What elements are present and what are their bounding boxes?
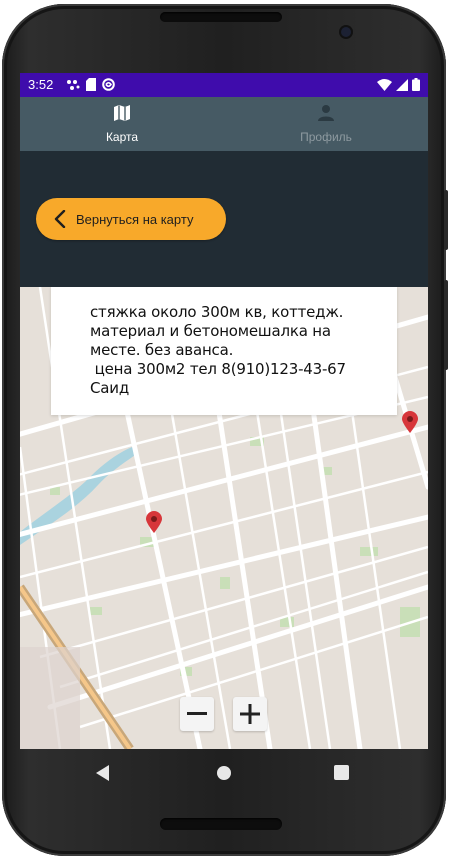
- front-camera: [341, 27, 351, 37]
- volume-button[interactable]: [444, 280, 448, 370]
- plus-icon: [240, 704, 260, 724]
- battery-icon: [412, 78, 420, 96]
- sd-card-icon: [86, 78, 96, 96]
- tab-map-label: Карта: [105, 130, 139, 144]
- top-speaker: [160, 12, 282, 22]
- back-triangle-icon[interactable]: [96, 765, 110, 786]
- tab-map[interactable]: Карта: [20, 97, 224, 151]
- minus-icon: [187, 712, 207, 715]
- zoom-out-button[interactable]: [180, 697, 214, 731]
- phone-frame: 3:52 Карта Профиль Вернуться на карту ст…: [0, 0, 451, 862]
- person-icon: [317, 104, 335, 127]
- signal-icon: [396, 78, 408, 96]
- ad-info-card: стяжка около 300м кв, коттедж. материал …: [51, 287, 397, 415]
- map-marker-icon[interactable]: [146, 511, 162, 538]
- back-to-map-label: Вернуться на карту: [76, 211, 194, 227]
- ad-info-text: стяжка около 300м кв, коттедж. материал …: [90, 303, 346, 397]
- system-nav-bar: [20, 749, 428, 801]
- no-disturb-icon: [102, 78, 115, 96]
- recents-square-icon[interactable]: [334, 765, 349, 785]
- tab-bar: Карта Профиль: [20, 97, 428, 151]
- bottom-speaker: [160, 818, 282, 830]
- wifi-icon: [377, 78, 392, 96]
- chevron-left-icon: [54, 210, 66, 228]
- status-time: 3:52: [28, 77, 54, 92]
- tab-profile[interactable]: Профиль: [224, 97, 428, 151]
- map-view[interactable]: стяжка около 300м кв, коттедж. материал …: [20, 287, 428, 749]
- tab-profile-label: Профиль: [300, 130, 352, 144]
- zoom-in-button[interactable]: [233, 697, 267, 731]
- map-marker-icon[interactable]: [402, 411, 418, 438]
- back-to-map-button[interactable]: Вернуться на карту: [36, 198, 226, 240]
- home-circle-icon[interactable]: [216, 765, 232, 786]
- status-bar: 3:52: [20, 73, 428, 97]
- notification-dots-icon: [66, 78, 80, 96]
- power-button[interactable]: [444, 190, 448, 250]
- map-icon: [113, 104, 131, 127]
- screen: 3:52 Карта Профиль Вернуться на карту ст…: [20, 73, 428, 749]
